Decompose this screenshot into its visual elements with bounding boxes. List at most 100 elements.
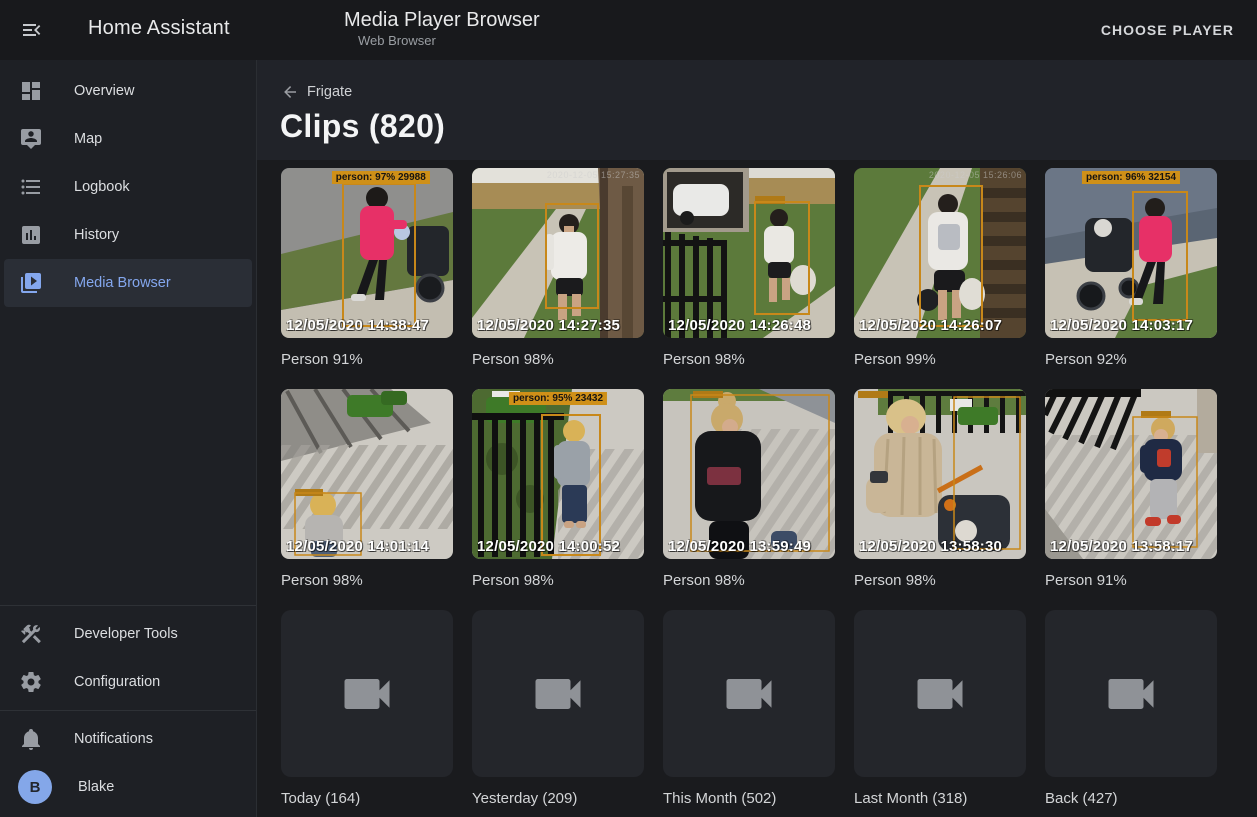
clip-tile[interactable]: 2020-12-05 15:26:06 12/05/2020 14:26:07 …	[854, 168, 1026, 369]
user-name: Blake	[78, 779, 114, 795]
menu-open-icon	[20, 18, 44, 42]
clip-caption: Person 98%	[663, 572, 835, 590]
page-title: Clips (820)	[280, 108, 445, 145]
sidebar-item-configuration[interactable]: Configuration	[4, 658, 252, 706]
list-icon	[19, 175, 43, 199]
clip-timestamp: 12/05/2020 13:59:49	[668, 538, 811, 555]
clip-tile[interactable]: person: 96% 32154 12/05/2020 14:03:17 Pe…	[1045, 168, 1217, 369]
camera-osd-timestamp: 2020-12-05 15:27:35	[547, 170, 640, 180]
sidebar-item-history[interactable]: History	[4, 211, 252, 259]
top-app-bar: Home Assistant Media Player Browser Web …	[0, 0, 1257, 60]
clip-thumbnail: person: 97% 29988 12/05/2020 14:38:47	[281, 168, 453, 338]
clip-tile[interactable]: person: 97% 29988 12/05/2020 14:38:47 Pe…	[281, 168, 453, 369]
folder-label: This Month (502)	[663, 790, 835, 808]
clip-tile[interactable]: 12/05/2020 13:58:17 Person 91%	[1045, 389, 1217, 590]
page-header-title: Media Player Browser	[344, 9, 540, 32]
breadcrumb-back-frigate[interactable]: Frigate	[281, 83, 352, 101]
clip-thumbnail-image	[281, 168, 453, 338]
clips-grid: person: 97% 29988 12/05/2020 14:38:47 Pe…	[257, 160, 1257, 808]
clip-tile[interactable]: 12/05/2020 14:01:14 Person 98%	[281, 389, 453, 590]
sidebar-item-media-browser[interactable]: Media Browser	[4, 259, 252, 307]
sidebar-divider	[0, 710, 256, 711]
clip-timestamp: 12/05/2020 14:38:47	[286, 317, 429, 334]
folder-tile-today[interactable]: Today (164)	[281, 610, 453, 808]
clip-thumbnail: 2020-12-05 15:26:06 12/05/2020 14:26:07	[854, 168, 1026, 338]
clip-thumbnail: 12/05/2020 13:58:17	[1045, 389, 1217, 559]
breadcrumb-label: Frigate	[307, 84, 352, 100]
sidebar-item-label: History	[74, 227, 119, 243]
app-window: Home Assistant Media Player Browser Web …	[0, 0, 1257, 817]
clip-caption: Person 98%	[472, 351, 644, 369]
clip-thumbnail-image	[472, 389, 644, 559]
sidebar-item-notifications[interactable]: Notifications	[4, 715, 252, 763]
clip-caption: Person 98%	[472, 572, 644, 590]
clip-caption: Person 91%	[1045, 572, 1217, 590]
sidebar-item-label: Map	[74, 131, 102, 147]
clip-caption: Person 98%	[854, 572, 1026, 590]
sidebar-item-user-profile[interactable]: B Blake	[4, 763, 252, 811]
folder-tile-this-month[interactable]: This Month (502)	[663, 610, 835, 808]
video-camera-icon	[337, 664, 397, 724]
folder-label: Last Month (318)	[854, 790, 1026, 808]
clips-scroll-area[interactable]: person: 97% 29988 12/05/2020 14:38:47 Pe…	[257, 160, 1257, 817]
clip-timestamp: 12/05/2020 14:03:17	[1050, 317, 1193, 334]
bell-icon	[19, 727, 43, 751]
folder-tile-last-month[interactable]: Last Month (318)	[854, 610, 1026, 808]
clip-timestamp: 12/05/2020 14:27:35	[477, 317, 620, 334]
dashboard-icon	[19, 79, 43, 103]
clip-tile[interactable]: 12/05/2020 13:58:30 Person 98%	[854, 389, 1026, 590]
folder-tile-back[interactable]: Back (427)	[1045, 610, 1217, 808]
clip-caption: Person 98%	[663, 351, 835, 369]
sidebar-nav: Overview Map Logbook History Media Brows…	[0, 60, 256, 307]
clip-tile[interactable]: 12/05/2020 13:59:49 Person 98%	[663, 389, 835, 590]
avatar: B	[18, 770, 52, 804]
detection-label: person: 97% 29988	[332, 171, 430, 184]
clip-timestamp: 12/05/2020 13:58:17	[1050, 538, 1193, 555]
sidebar: Overview Map Logbook History Media Brows…	[0, 60, 257, 817]
page-header-subtitle: Web Browser	[358, 33, 436, 48]
sidebar-item-label: Media Browser	[74, 275, 171, 291]
clip-tile[interactable]: 12/05/2020 14:26:48 Person 98%	[663, 168, 835, 369]
clip-timestamp: 12/05/2020 13:58:30	[859, 538, 1002, 555]
app-title: Home Assistant	[88, 17, 230, 40]
sidebar-item-map[interactable]: Map	[4, 115, 252, 163]
folder-thumbnail	[281, 610, 453, 777]
clip-timestamp: 12/05/2020 14:00:52	[477, 538, 620, 555]
arrow-left-icon	[281, 83, 299, 101]
clip-thumbnail: 12/05/2020 13:59:49	[663, 389, 835, 559]
sidebar-item-label: Overview	[74, 83, 134, 99]
sidebar-item-logbook[interactable]: Logbook	[4, 163, 252, 211]
clip-tile[interactable]: 2020-12-05 15:27:35 12/05/2020 14:27:35 …	[472, 168, 644, 369]
sidebar-item-developer-tools[interactable]: Developer Tools	[4, 610, 252, 658]
clip-timestamp: 12/05/2020 14:26:48	[668, 317, 811, 334]
clip-thumbnail-image	[663, 389, 835, 559]
choose-player-button[interactable]: CHOOSE PLAYER	[1093, 14, 1242, 46]
clip-thumbnail-image	[854, 168, 1026, 338]
video-camera-icon	[719, 664, 779, 724]
hammer-icon	[19, 622, 43, 646]
play-box-multiple-icon	[19, 271, 43, 295]
folder-label: Yesterday (209)	[472, 790, 644, 808]
sidebar-toggle-button[interactable]	[18, 16, 46, 44]
sidebar-footer: Developer Tools Configuration Notificati…	[0, 601, 256, 817]
account-map-icon	[19, 127, 43, 151]
sidebar-divider	[0, 605, 256, 606]
clip-thumbnail: person: 95% 23432 12/05/2020 14:00:52	[472, 389, 644, 559]
folder-label: Back (427)	[1045, 790, 1217, 808]
clip-thumbnail-image	[281, 389, 453, 559]
chart-box-icon	[19, 223, 43, 247]
clip-caption: Person 91%	[281, 351, 453, 369]
clip-tile[interactable]: person: 95% 23432 12/05/2020 14:00:52 Pe…	[472, 389, 644, 590]
gear-icon	[19, 670, 43, 694]
clip-thumbnail-image	[1045, 168, 1217, 338]
video-camera-icon	[1101, 664, 1161, 724]
clip-thumbnail: person: 96% 32154 12/05/2020 14:03:17	[1045, 168, 1217, 338]
clip-thumbnail-image	[663, 168, 835, 338]
folder-thumbnail	[663, 610, 835, 777]
clip-timestamp: 12/05/2020 14:26:07	[859, 317, 1002, 334]
sidebar-item-overview[interactable]: Overview	[4, 67, 252, 115]
clip-thumbnail: 2020-12-05 15:27:35 12/05/2020 14:27:35	[472, 168, 644, 338]
clip-caption: Person 98%	[281, 572, 453, 590]
folder-tile-yesterday[interactable]: Yesterday (209)	[472, 610, 644, 808]
clip-caption: Person 92%	[1045, 351, 1217, 369]
